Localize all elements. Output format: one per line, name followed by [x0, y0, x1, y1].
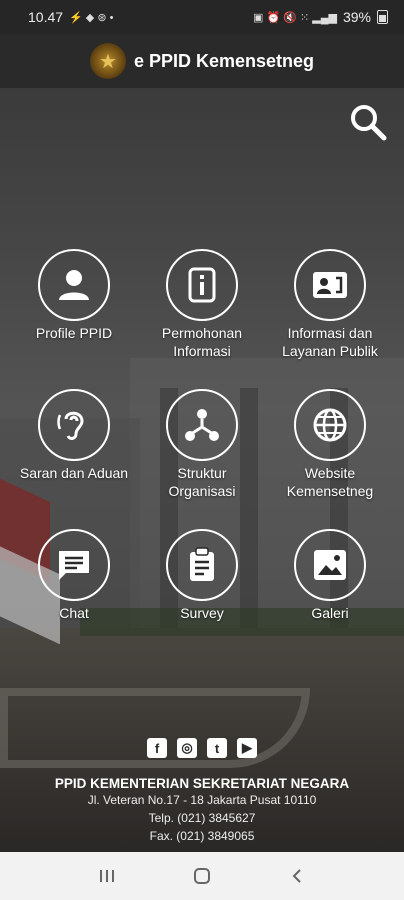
menu-profile-ppid[interactable]: Profile PPID — [8, 249, 140, 369]
info-icon — [188, 267, 216, 303]
menu-website-kemensetneg[interactable]: Website Kemensetneg — [264, 389, 396, 509]
notification-icons: ⚡ ◆ ⊛ • — [69, 11, 114, 24]
menu-label: Survey — [180, 605, 224, 621]
emblem-logo: ★ — [89, 43, 126, 79]
app-bar: ★ e PPID Kemensetneg — [0, 34, 404, 88]
battery-percent: 39% — [342, 9, 371, 25]
system-nav-bar — [0, 852, 404, 900]
menu-label: Permohonan — [161, 325, 243, 341]
menu-survey[interactable]: Survey — [136, 529, 268, 649]
menu-label: Informasi dan — [287, 325, 373, 341]
menu-struktur-organisasi[interactable]: Struktur Organisasi — [136, 389, 268, 509]
system-icons: ▣ ⏰ 🔇 ⁙ ▂▄▆ — [253, 11, 337, 24]
social-links: f ◎ t ▶ — [0, 738, 404, 758]
footer-address: Jl. Veteran No.17 - 18 Jakarta Pusat 101… — [87, 793, 317, 807]
recent-apps-button[interactable] — [87, 856, 127, 896]
menu-informasi-layanan-publik[interactable]: Informasi dan Layanan Publik — [264, 249, 396, 369]
menu-permohonan-informasi[interactable]: Permohonan Informasi — [136, 249, 268, 369]
menu-label: Website — [304, 465, 356, 481]
menu-label: Galeri — [311, 605, 349, 621]
org-chart-icon — [185, 409, 219, 441]
home-icon — [193, 868, 210, 884]
search-button[interactable] — [346, 100, 390, 144]
menu-label: Chat — [59, 605, 89, 621]
footer-fax: Fax. (021) 3849065 — [149, 829, 255, 843]
back-icon — [292, 869, 301, 883]
person-icon — [59, 270, 89, 300]
menu-galeri[interactable]: Galeri — [264, 529, 396, 649]
menu-saran-aduan[interactable]: Saran dan Aduan — [8, 389, 140, 509]
home-button[interactable] — [182, 856, 222, 896]
globe-icon — [313, 408, 347, 442]
footer-phone: Telp. (021) 3845627 — [148, 811, 256, 825]
hearing-icon — [57, 411, 84, 440]
search-icon — [351, 105, 387, 141]
menu-chat[interactable]: Chat — [8, 529, 140, 649]
menu-label: Saran dan Aduan — [19, 465, 129, 481]
back-button[interactable] — [277, 856, 317, 896]
facebook-icon[interactable]: f — [147, 738, 167, 758]
contact-card-icon — [313, 272, 347, 298]
image-icon — [314, 550, 346, 580]
battery-icon — [377, 10, 388, 24]
youtube-icon[interactable]: ▶ — [237, 738, 257, 758]
chat-icon — [59, 551, 89, 580]
recent-apps-icon — [100, 870, 115, 882]
menu-label: Profile PPID — [35, 325, 113, 341]
status-bar: 10.47 ⚡ ◆ ⊛ • ▣ ⏰ 🔇 ⁙ ▂▄▆ 39% — [0, 0, 404, 34]
footer-title: PPID KEMENTERIAN SEKRETARIAT NEGARA — [54, 776, 350, 791]
instagram-icon[interactable]: ◎ — [177, 738, 197, 758]
footer: PPID KEMENTERIAN SEKRETARIAT NEGARA Jl. … — [0, 776, 404, 845]
status-time: 10.47 — [28, 9, 64, 25]
menu-label: Struktur — [177, 465, 227, 481]
clipboard-icon — [190, 547, 214, 581]
twitter-icon[interactable]: t — [207, 738, 227, 758]
app-title: e PPID Kemensetneg — [133, 50, 315, 71]
